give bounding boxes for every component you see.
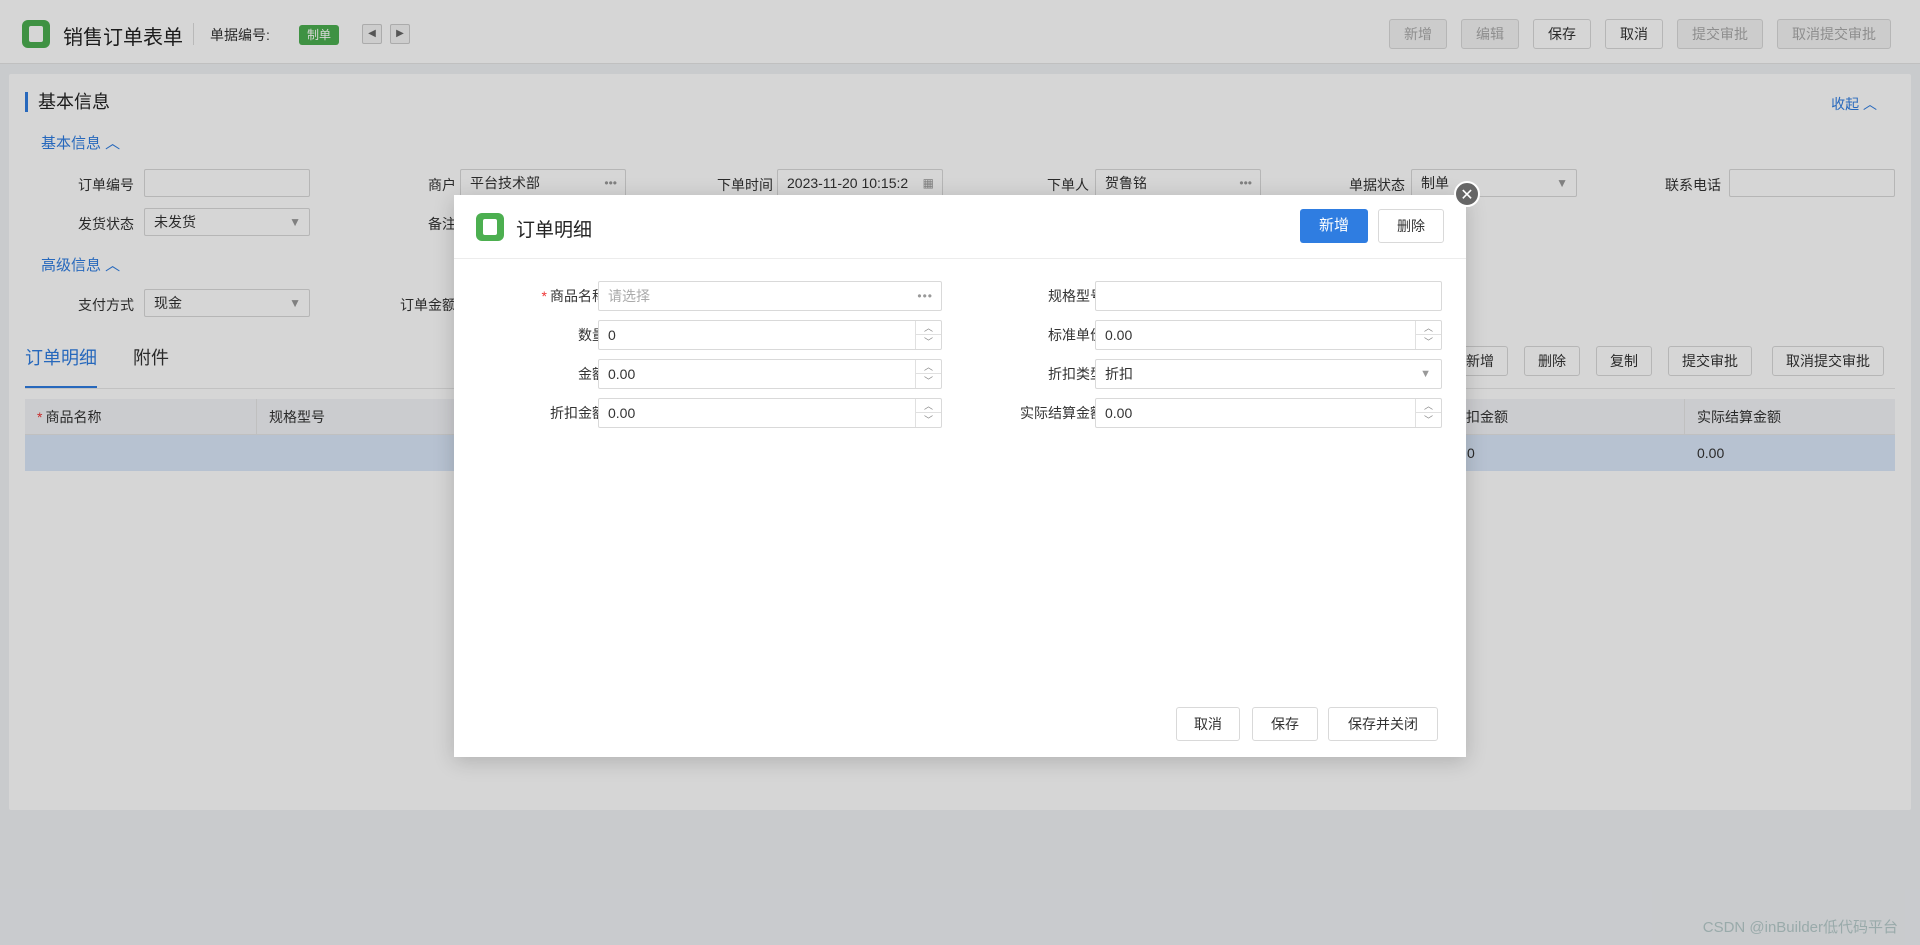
chevron-down-icon[interactable]: ﹀ xyxy=(1416,413,1441,427)
chevron-down-icon[interactable]: ﹀ xyxy=(916,335,941,349)
discount-amount-value: 0.00 xyxy=(608,405,636,421)
amount-stepper[interactable]: 0.00 ︿ ﹀ xyxy=(598,359,942,389)
amount-value: 0.00 xyxy=(608,366,636,382)
qty-label: 数量 xyxy=(578,327,606,343)
dialog-logo-icon xyxy=(476,213,504,241)
watermark: CSDN @inBuilder低代码平台 xyxy=(1702,919,1898,936)
settle-amount-value: 0.00 xyxy=(1105,405,1133,421)
amount-label: 金额 xyxy=(578,366,606,382)
chevron-down-icon[interactable]: ﹀ xyxy=(1416,335,1441,349)
settle-amount-label: 实际结算金额 xyxy=(1020,405,1104,421)
qty-stepper[interactable]: 0 ︿ ﹀ xyxy=(598,320,942,350)
dialog-delete-button[interactable]: 删除 xyxy=(1378,209,1444,243)
chevron-up-icon[interactable]: ︿ xyxy=(916,360,941,374)
product-name-label: * 商品名称 xyxy=(486,286,606,306)
chevron-up-icon[interactable]: ︿ xyxy=(1416,399,1441,413)
chevron-up-icon[interactable]: ︿ xyxy=(916,321,941,335)
unit-price-stepper[interactable]: 0.00 ︿ ﹀ xyxy=(1095,320,1442,350)
chevron-down-icon[interactable]: ﹀ xyxy=(916,413,941,427)
product-name-lookup[interactable]: 请选择 ••• xyxy=(598,281,942,311)
more-dots-icon[interactable]: ••• xyxy=(917,282,933,310)
discount-type-value: 折扣 xyxy=(1105,366,1133,382)
settle-amount-stepper[interactable]: 0.00 ︿ ﹀ xyxy=(1095,398,1442,428)
unit-price-value: 0.00 xyxy=(1105,327,1133,343)
chevron-down-icon: ▼ xyxy=(1420,368,1431,380)
chevron-down-icon[interactable]: ﹀ xyxy=(916,374,941,388)
dialog-title: 订单明细 xyxy=(516,220,593,241)
discount-type-select[interactable]: 折扣 ▼ xyxy=(1095,359,1442,389)
dialog-header: 订单明细 新增 删除 xyxy=(454,195,1466,259)
discount-amount-label: 折扣金额 xyxy=(550,405,606,421)
amount-spin-buttons[interactable]: ︿ ﹀ xyxy=(915,360,941,388)
dialog-save-button[interactable]: 保存 xyxy=(1252,707,1318,741)
qty-spin-buttons[interactable]: ︿ ﹀ xyxy=(915,321,941,349)
chevron-up-icon[interactable]: ︿ xyxy=(916,399,941,413)
unit-price-label: 标准单价 xyxy=(1048,327,1104,343)
settle-amount-spin-buttons[interactable]: ︿ ﹀ xyxy=(1415,399,1441,427)
spec-label: 规格型号 xyxy=(1048,288,1104,304)
unit-price-spin-buttons[interactable]: ︿ ﹀ xyxy=(1415,321,1441,349)
required-mark: * xyxy=(541,288,547,304)
dialog-cancel-button[interactable]: 取消 xyxy=(1176,707,1240,741)
product-name-placeholder: 请选择 xyxy=(608,288,650,304)
spec-input[interactable] xyxy=(1095,281,1442,311)
chevron-up-icon[interactable]: ︿ xyxy=(1416,321,1441,335)
dialog-save-close-button[interactable]: 保存并关闭 xyxy=(1328,707,1438,741)
discount-type-label: 折扣类型 xyxy=(1048,366,1104,382)
close-icon[interactable]: ✕ xyxy=(1454,181,1480,207)
discount-amount-spin-buttons[interactable]: ︿ ﹀ xyxy=(915,399,941,427)
order-detail-dialog: 订单明细 新增 删除 * 商品名称 请选择 ••• 数量 0 ︿ ﹀ 金额 0.00… xyxy=(454,195,1466,757)
discount-amount-stepper[interactable]: 0.00 ︿ ﹀ xyxy=(598,398,942,428)
dialog-add-button[interactable]: 新增 xyxy=(1300,209,1368,243)
qty-value: 0 xyxy=(608,327,616,343)
